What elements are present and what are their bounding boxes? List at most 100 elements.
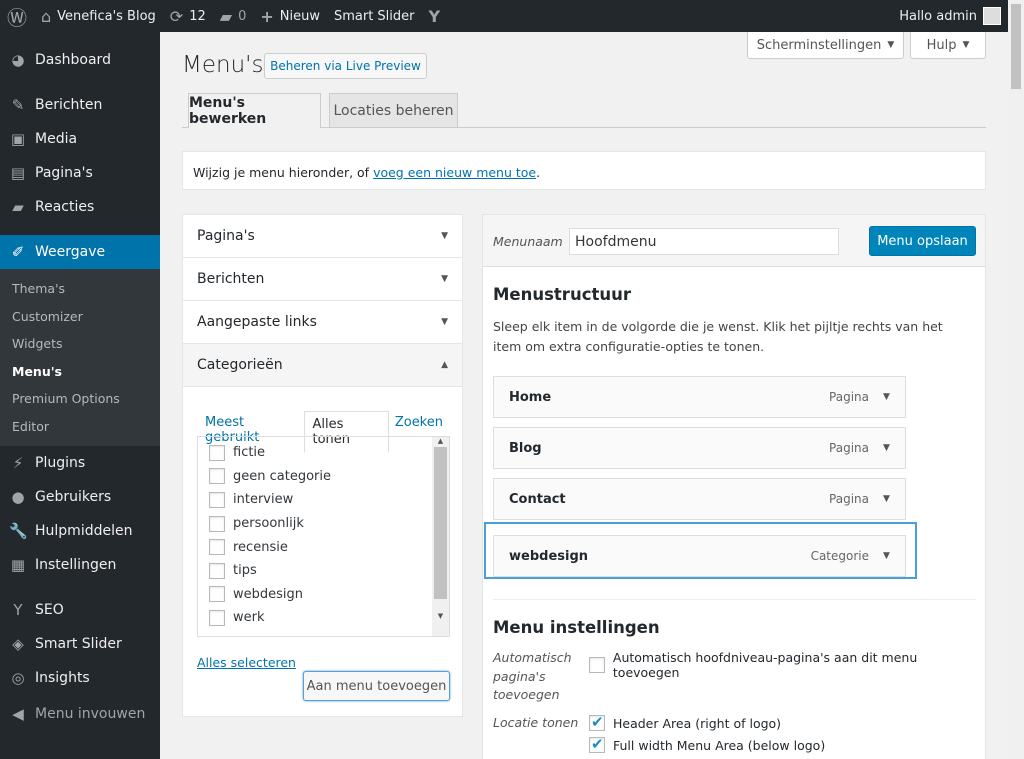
admin-sidebar: ◕ Dashboard ✎ Berichten ▣ Media ▤ Pagina's ▰ Reac… — [0, 32, 160, 759]
divider — [493, 599, 976, 600]
plus-icon: + — [260, 6, 274, 26]
sidebar-item-plugins[interactable]: ⚡ Plugins — [0, 446, 160, 480]
sidebar-item-gebruikers[interactable]: ● Gebruikers — [0, 480, 160, 514]
media-icon: ▣ — [10, 130, 26, 148]
accordion-title: Categorieën — [197, 357, 283, 373]
submenu-item[interactable]: Widgets — [0, 330, 160, 358]
category-item: webdesign — [209, 583, 449, 607]
accordion-section[interactable]: Pagina's ▼ — [183, 215, 462, 258]
new-menu-link[interactable]: voeg een nieuw menu toe — [373, 165, 536, 180]
menu-item-title: Blog — [509, 440, 542, 456]
category-label: recensie — [233, 539, 288, 555]
sidebar-item-media[interactable]: ▣ Media — [0, 122, 160, 156]
caret-down-icon[interactable]: ▼ — [883, 392, 905, 402]
save-menu-button[interactable]: Menu opslaan — [869, 226, 976, 256]
tools-icon: 🔧 — [9, 522, 28, 540]
submenu-item[interactable]: Premium Options — [0, 385, 160, 413]
sidebar-item-dashboard[interactable]: ◕ Dashboard — [0, 43, 160, 77]
help-label: Hulp — [926, 37, 957, 53]
updates-count: 12 — [189, 8, 206, 24]
category-item: interview — [209, 488, 449, 512]
menu-structure-title: Menustructuur — [493, 285, 631, 304]
greeting: Hallo admin — [899, 8, 977, 24]
sidebar-item-instellingen[interactable]: ▦ Instellingen — [0, 548, 160, 582]
submenu-item[interactable]: Customizer — [0, 303, 160, 331]
appearance-icon: ✐ — [11, 243, 25, 261]
users-icon: ● — [11, 488, 25, 506]
auto-add-checkbox[interactable] — [589, 657, 605, 673]
category-label: interview — [233, 492, 294, 508]
smart-slider-link[interactable]: Smart Slider — [327, 0, 422, 32]
sidebar-item-menu-invouwen[interactable]: ◀ Menu invouwen — [0, 697, 160, 731]
live-preview-button[interactable]: Beheren via Live Preview — [264, 53, 427, 79]
yoast-link[interactable]: Y — [422, 0, 448, 32]
yoast-icon: Y — [428, 6, 441, 26]
header-area-checkbox[interactable] — [589, 713, 605, 731]
sidebar-item-insights[interactable]: ◎ Insights — [0, 661, 160, 695]
menu-item[interactable]: Blog Pagina ▼ — [493, 427, 906, 469]
sidebar-item-label: Plugins — [35, 455, 86, 471]
submenu-item[interactable]: Menu's — [0, 358, 160, 386]
category-list: fictie geen categorie interview persoonlijk… — [197, 436, 450, 637]
category-scrollbar[interactable]: ▲ ▼ — [432, 437, 449, 636]
sidebar-item-label: Hulpmiddelen — [35, 523, 133, 539]
sidebar-item-seo[interactable]: Y SEO — [0, 593, 160, 627]
sidebar-item-berichten[interactable]: ✎ Berichten — [0, 88, 160, 122]
settings-icon: ▦ — [10, 556, 26, 574]
accordion-section[interactable]: Aangepaste links ▼ — [183, 301, 462, 344]
pin-icon: ✎ — [11, 96, 25, 114]
select-all-link[interactable]: Alles selecteren — [197, 655, 296, 670]
new-link[interactable]: + Nieuw — [253, 0, 327, 32]
comment-icon: ▰ — [219, 6, 233, 26]
tab-edit-menus[interactable]: Menu's bewerken — [188, 93, 321, 128]
yoast-icon: Y — [13, 601, 23, 619]
category-label: webdesign — [233, 586, 304, 602]
category-checkbox[interactable] — [209, 609, 225, 626]
category-checkbox[interactable] — [209, 491, 225, 508]
menu-item[interactable]: Contact Pagina ▼ — [493, 478, 906, 520]
new-label: Nieuw — [279, 8, 320, 24]
menu-item-title: Home — [509, 389, 552, 405]
accordion-title: Aangepaste links — [197, 314, 317, 330]
sidebar-item-smart-slider[interactable]: ◈ Smart Slider — [0, 627, 160, 661]
submenu-item[interactable]: Thema's — [0, 275, 160, 303]
site-name-link[interactable]: ⌂ Venefica's Blog — [34, 0, 163, 32]
add-to-menu-button[interactable]: Aan menu toevoegen — [303, 671, 450, 701]
wordpress-logo-button[interactable]: Ⓦ — [0, 0, 34, 32]
category-checkbox[interactable] — [209, 515, 225, 532]
sidebar-item-reacties[interactable]: ▰ Reacties — [0, 190, 160, 224]
avatar — [983, 7, 1001, 25]
category-checkbox[interactable] — [209, 539, 225, 556]
comments-link[interactable]: ▰ 0 — [213, 0, 254, 32]
browser-scrollbar[interactable] — [1008, 0, 1024, 759]
sidebar-item-label: Menu invouwen — [35, 706, 146, 722]
caret-down-icon[interactable]: ▼ — [883, 443, 905, 453]
full-width-checkbox[interactable] — [589, 735, 605, 753]
sidebar-item-hulpmiddelen[interactable]: 🔧 Hulpmiddelen — [0, 514, 160, 548]
submenu-item[interactable]: Editor — [0, 413, 160, 441]
category-checkbox[interactable] — [209, 562, 225, 579]
menu-item[interactable]: Home Pagina ▼ — [493, 376, 906, 418]
updates-link[interactable]: ⟳ 12 — [163, 0, 213, 32]
tab-manage-locations[interactable]: Locaties beheren — [329, 93, 458, 127]
screen-options-button[interactable]: Scherminstellingen ▼ — [747, 32, 904, 59]
accordion-section[interactable]: Categorieën ▲ — [183, 344, 462, 387]
accordion-section[interactable]: Berichten ▼ — [183, 258, 462, 301]
category-label: werk — [233, 610, 265, 626]
menu-item-type: Pagina — [829, 441, 869, 455]
my-account-link[interactable]: Hallo admin — [892, 0, 1008, 32]
sidebar-item-weergave[interactable]: ✐ Weergave — [0, 235, 160, 269]
caret-down-icon[interactable]: ▼ — [883, 494, 905, 504]
smart-slider-label: Smart Slider — [333, 8, 415, 24]
category-checkbox[interactable] — [209, 444, 225, 461]
menu-item-type: Pagina — [829, 492, 869, 506]
menu-name-input[interactable] — [569, 228, 839, 255]
add-items-panel: Pagina's ▼ Berichten ▼ Aangepaste links ▼ Cate… — [182, 214, 463, 717]
category-checkbox[interactable] — [209, 468, 225, 485]
category-label: persoonlijk — [233, 516, 304, 532]
help-button[interactable]: Hulp ▼ — [910, 32, 986, 59]
sidebar-item-label: SEO — [35, 602, 64, 618]
dashboard-icon: ◕ — [11, 51, 25, 69]
sidebar-item-pagina-s[interactable]: ▤ Pagina's — [0, 156, 160, 190]
category-checkbox[interactable] — [209, 586, 225, 603]
